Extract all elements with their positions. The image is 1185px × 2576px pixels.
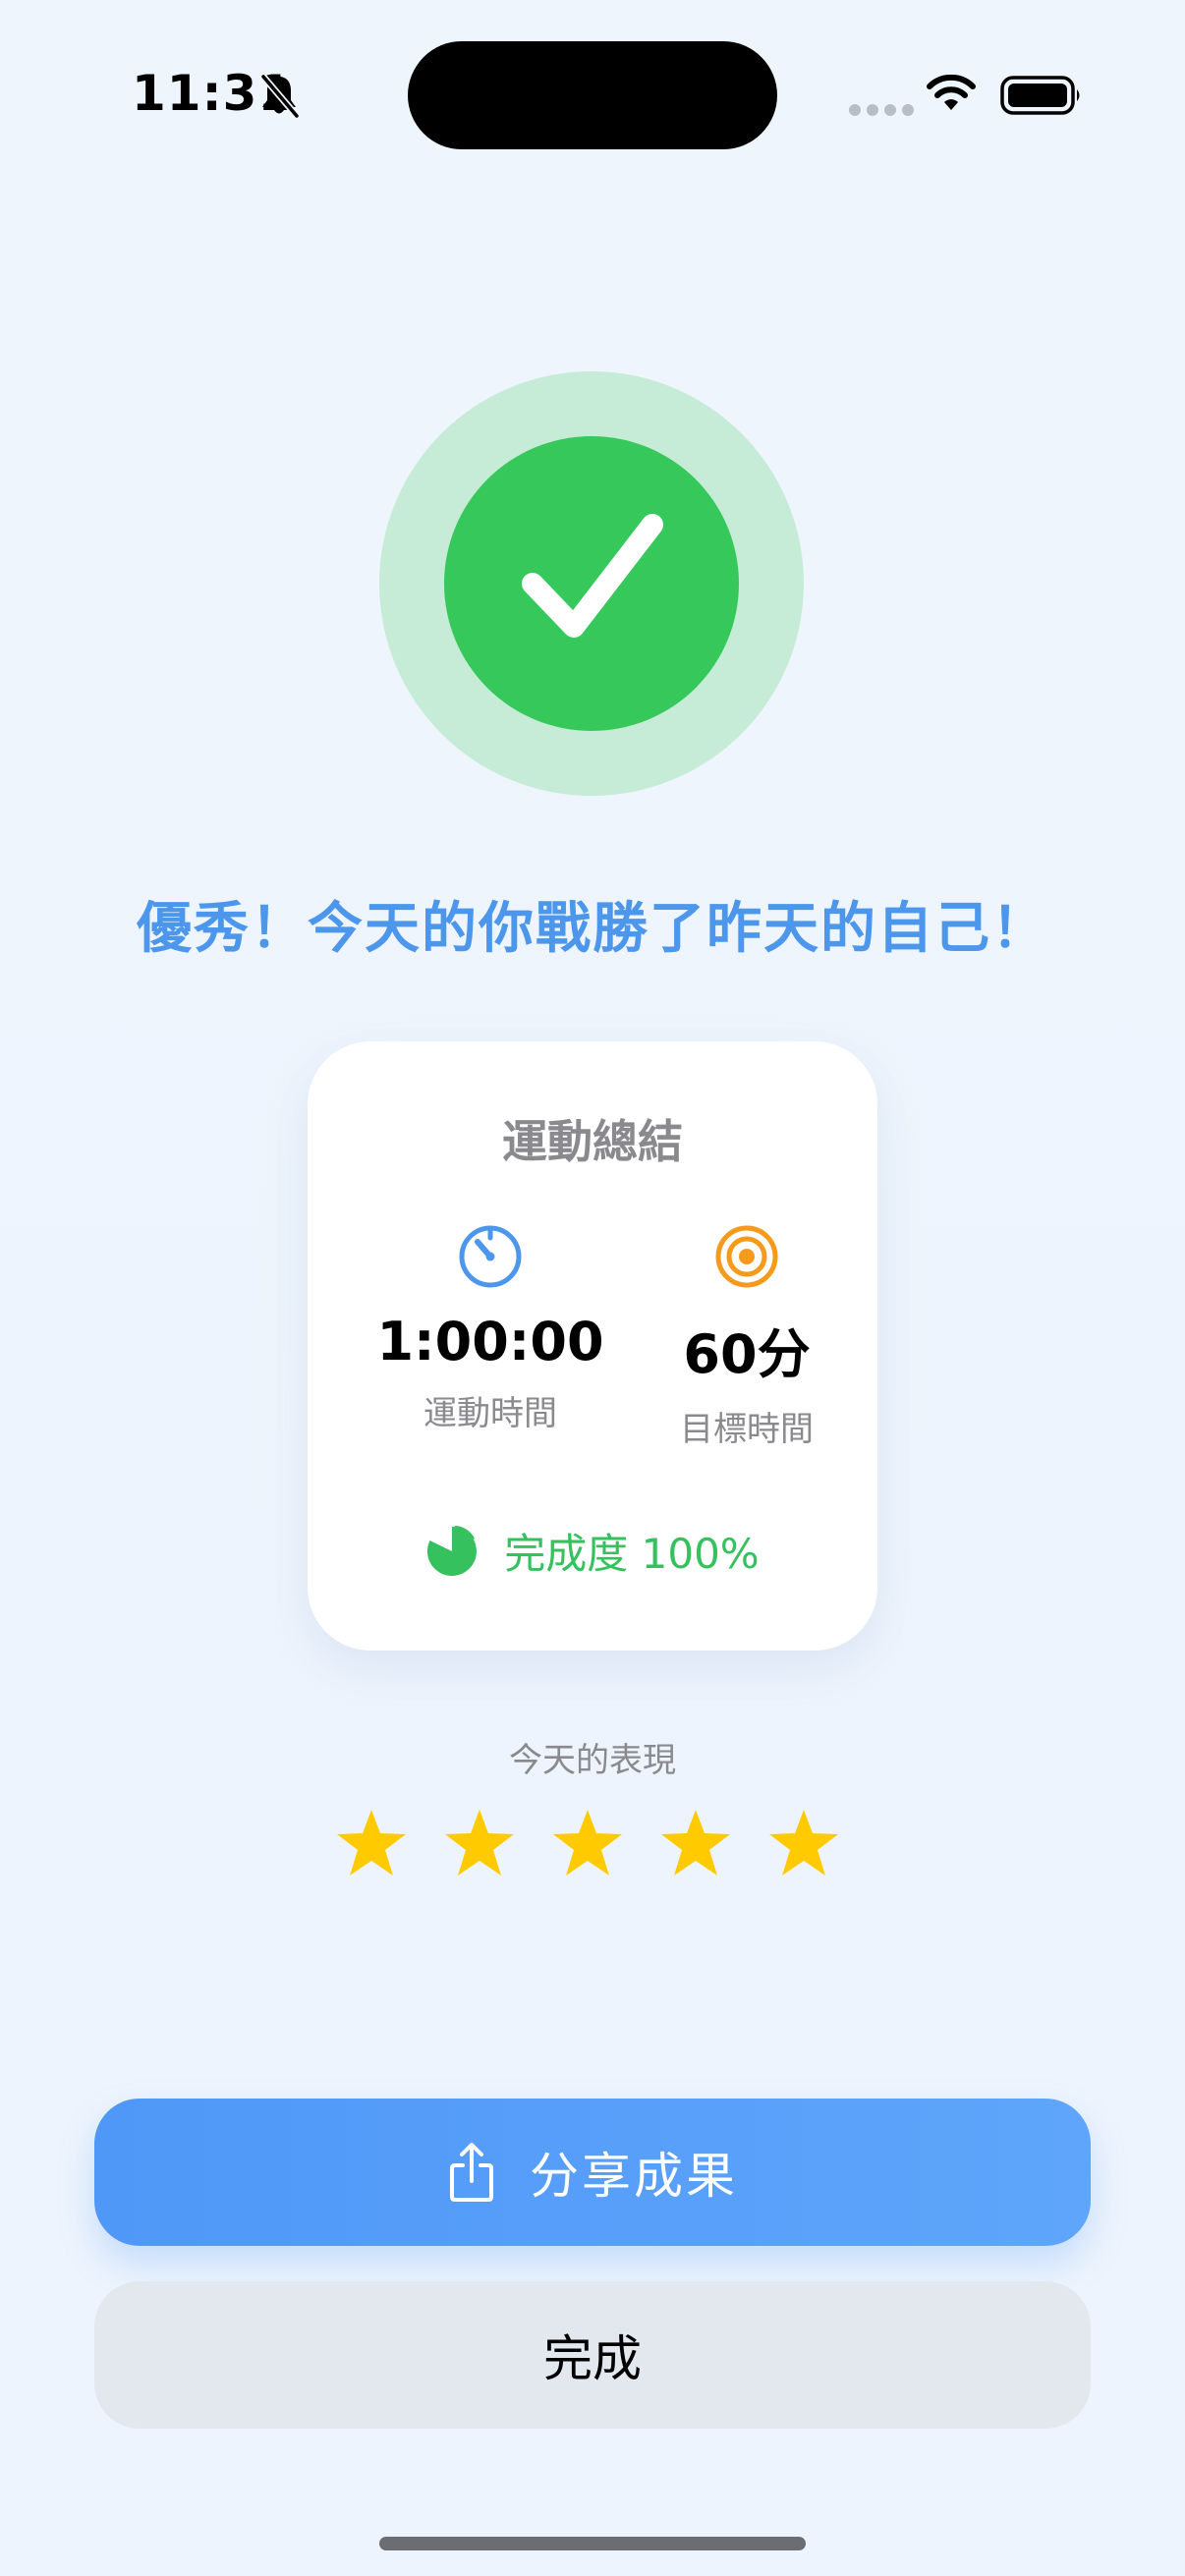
bell-slash-icon	[259, 73, 301, 120]
performance-label: 今天的表現	[509, 1741, 676, 1780]
completion-row: 完成度 100%	[308, 1521, 877, 1581]
star-icon	[661, 1810, 730, 1876]
timer-icon	[459, 1225, 522, 1288]
star-icon	[337, 1810, 406, 1876]
cellular-signal-icon	[849, 104, 914, 116]
done-button[interactable]: 完成	[94, 2281, 1091, 2429]
home-indicator[interactable]	[379, 2537, 806, 2550]
card-title: 運動總結	[502, 1115, 683, 1168]
battery-full-icon	[1000, 76, 1080, 115]
target-icon	[715, 1225, 778, 1288]
summary-card: 運動總結 1:00:00 運動時間 60分 目標時間 完成度 100%	[308, 1041, 877, 1651]
goal-value: 60分	[683, 1323, 811, 1385]
checkmark-icon	[522, 514, 663, 638]
star-rating	[335, 1808, 840, 1878]
stat-duration: 1:00:00 運動時間	[363, 1222, 618, 1434]
wifi-icon	[927, 75, 976, 110]
stat-goal: 60分 目標時間	[619, 1222, 875, 1450]
share-button[interactable]: 分享成果	[94, 2099, 1091, 2246]
pie-chart-icon	[427, 1525, 478, 1576]
star-icon	[769, 1810, 838, 1876]
goal-label: 目標時間	[680, 1410, 814, 1449]
share-button-label: 分享成果	[530, 2148, 738, 2205]
duration-value: 1:00:00	[376, 1311, 604, 1372]
duration-label: 運動時間	[423, 1394, 557, 1433]
star-icon	[445, 1810, 514, 1876]
completion-text: 完成度 100%	[504, 1530, 760, 1578]
dynamic-island	[408, 41, 777, 149]
star-icon	[553, 1810, 622, 1876]
headline: 優秀！今天的你戰勝了昨天的自己！	[137, 897, 1048, 961]
share-icon	[450, 2143, 493, 2202]
